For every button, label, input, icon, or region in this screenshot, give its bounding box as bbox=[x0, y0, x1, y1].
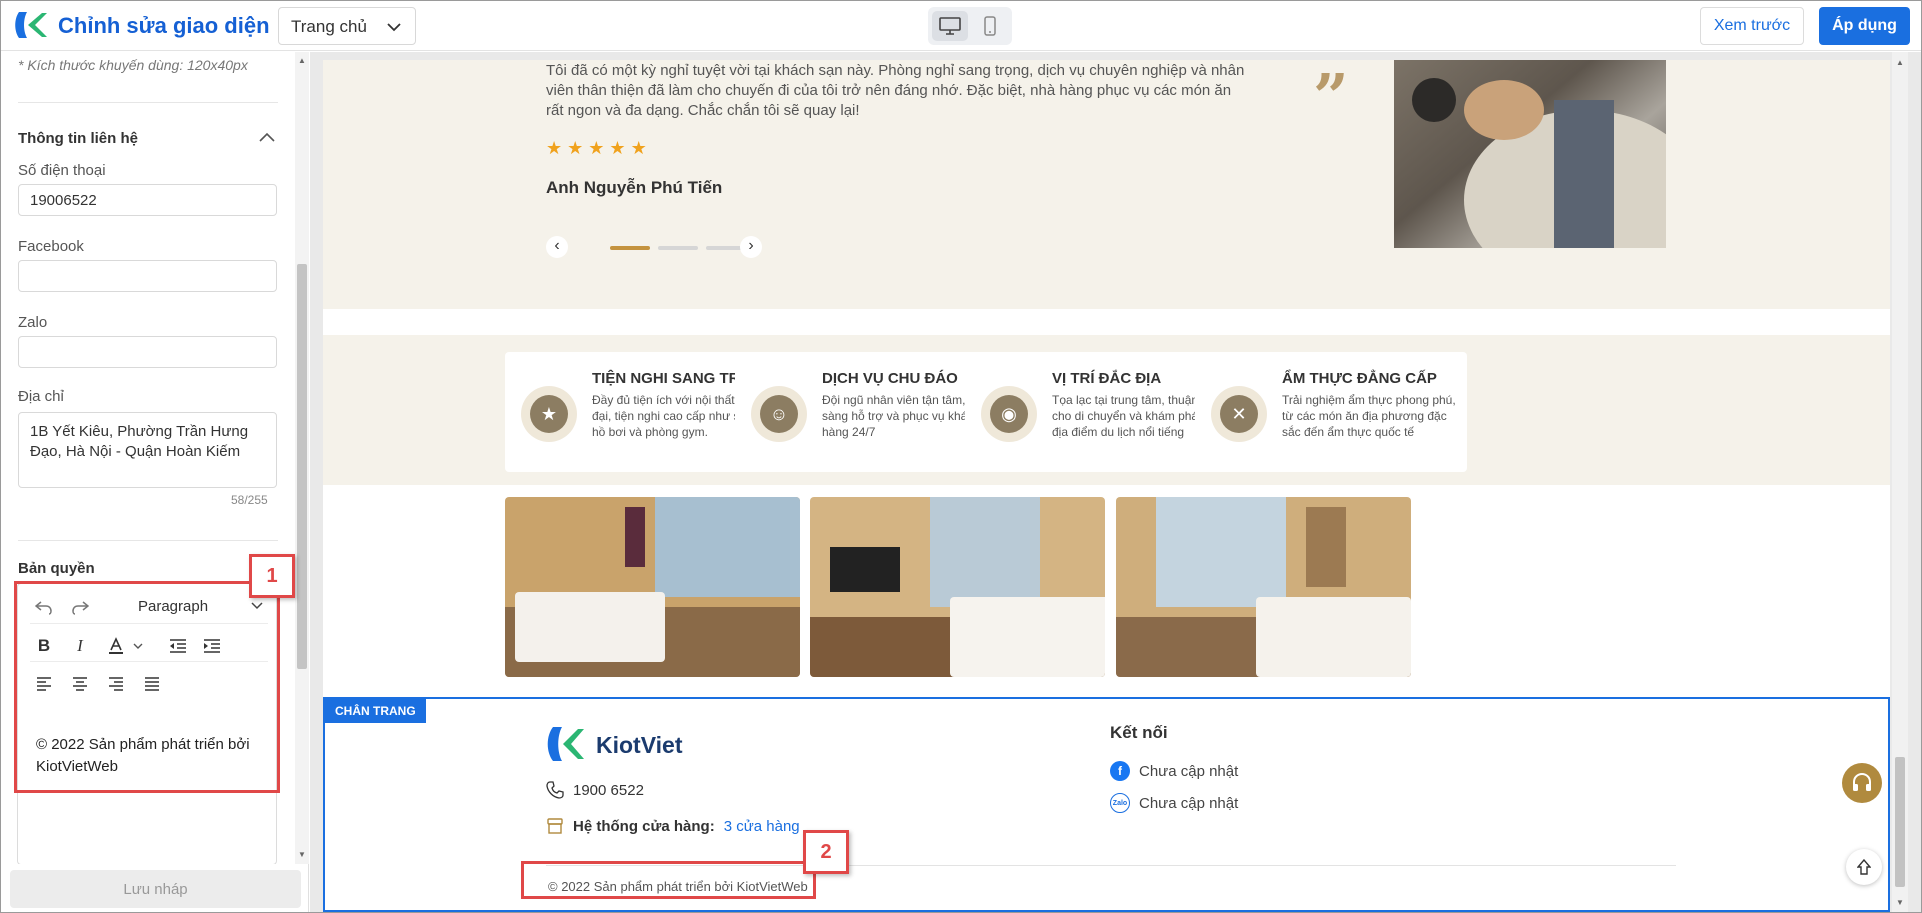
desktop-view-button[interactable] bbox=[932, 11, 968, 41]
zalo-input[interactable] bbox=[18, 336, 277, 368]
page-select[interactable]: Trang chủ bbox=[278, 7, 416, 45]
footer-phone: 1900 6522 bbox=[546, 781, 644, 799]
chevron-right-icon[interactable]: › bbox=[740, 236, 762, 258]
features-section: ★ TIỆN NGHI SANG TRỌNG Đầy đủ tiện ích với… bbox=[323, 335, 1890, 485]
feature-title: ẨM THỰC ĐẲNG CẤP bbox=[1282, 370, 1437, 387]
star-icon: ★ bbox=[588, 138, 605, 158]
annotation-box-1 bbox=[14, 581, 280, 793]
preview-page: Tôi đã có một kỳ nghỉ tuyệt vời tại khác… bbox=[323, 60, 1890, 912]
support-headset-button[interactable] bbox=[1842, 763, 1882, 803]
review-text: Tôi đã có một kỳ nghỉ tuyệt vời tại khác… bbox=[546, 62, 1245, 119]
stores-link[interactable]: 3 cửa hàng bbox=[724, 818, 800, 835]
testimonial-section: Tôi đã có một kỳ nghỉ tuyệt vời tại khác… bbox=[323, 60, 1890, 309]
chevron-down-icon bbox=[387, 23, 401, 32]
feature-title: VỊ TRÍ ĐẮC ĐỊA bbox=[1052, 370, 1162, 387]
quote-icon: ” bbox=[1313, 60, 1349, 133]
star-icon: ★ bbox=[546, 138, 563, 158]
zalo-label: Zalo bbox=[18, 314, 48, 331]
top-bar: Chỉnh sửa giao diện Trang chủ Xem trước … bbox=[1, 1, 1921, 51]
preview-scrollbar[interactable]: ▲ ▼ bbox=[1892, 52, 1908, 912]
scroll-down-arrow-icon[interactable]: ▼ bbox=[1896, 898, 1904, 907]
stores-label: Hệ thống cửa hàng: bbox=[573, 817, 715, 835]
sidebar-scrollbar-thumb[interactable] bbox=[297, 264, 307, 669]
footer-section-tag: CHÂN TRANG bbox=[325, 699, 426, 723]
chevron-left-icon[interactable]: ‹ bbox=[546, 236, 568, 258]
footer-brand-name: KiotViet bbox=[596, 732, 683, 758]
contact-section-title[interactable]: Thông tin liên hệ bbox=[18, 130, 138, 147]
connect-title: Kết nối bbox=[1110, 723, 1168, 742]
app-title: Chỉnh sửa giao diện bbox=[58, 13, 270, 38]
zalo-icon: Zalo bbox=[1110, 793, 1130, 813]
star-icon: ★ bbox=[521, 386, 577, 442]
app-logo-icon bbox=[15, 12, 47, 38]
facebook-input[interactable] bbox=[18, 260, 277, 292]
testimonial-slider-nav: ‹ › bbox=[546, 236, 796, 258]
room-image-3 bbox=[1116, 497, 1411, 677]
kiotviet-logo-icon bbox=[547, 727, 584, 761]
page-preview: Tôi đã có một kỳ nghỉ tuyệt vời tại khác… bbox=[310, 52, 1921, 912]
mobile-view-button[interactable] bbox=[972, 11, 1008, 41]
zalo-status: Chưa cập nhật bbox=[1139, 794, 1239, 812]
desktop-icon bbox=[939, 17, 961, 35]
feature-title: DỊCH VỤ CHU ĐÁO bbox=[822, 370, 958, 387]
rating-stars: ★ ★ ★ ★ ★ bbox=[546, 138, 647, 159]
facebook-icon: f bbox=[1110, 761, 1130, 781]
scroll-up-arrow-icon[interactable]: ▲ bbox=[1896, 58, 1904, 67]
app-window: Chỉnh sửa giao diện Trang chủ Xem trước … bbox=[0, 0, 1922, 913]
scroll-down-arrow-icon[interactable]: ▼ bbox=[298, 850, 306, 859]
logo-size-note: * Kích thước khuyến dùng: 120x40px bbox=[18, 57, 248, 73]
arrow-up-icon bbox=[1857, 859, 1871, 875]
divider bbox=[18, 102, 278, 103]
feature-desc: Trải nghiệm ẩm thực phong phú, từ các mó… bbox=[1282, 393, 1456, 439]
reviewer-photo bbox=[1394, 60, 1666, 248]
preview-button[interactable]: Xem trước bbox=[1700, 7, 1804, 45]
star-icon: ★ bbox=[609, 138, 626, 158]
store-icon bbox=[547, 818, 563, 834]
sidebar-scrollbar[interactable]: ▲ ▼ bbox=[295, 52, 309, 864]
star-icon: ★ bbox=[567, 138, 584, 158]
apply-button[interactable]: Áp dụng bbox=[1819, 7, 1910, 45]
phone-label: Số điện thoại bbox=[18, 162, 106, 179]
slider-dot[interactable] bbox=[610, 246, 650, 250]
phone-icon bbox=[546, 781, 564, 799]
divider bbox=[18, 540, 278, 541]
phone-input[interactable]: 19006522 bbox=[18, 184, 277, 216]
copyright-section-title: Bản quyền bbox=[18, 560, 95, 577]
device-switch bbox=[928, 7, 1012, 45]
headset-icon bbox=[1853, 772, 1871, 791]
mobile-icon bbox=[984, 16, 996, 36]
slider-dot[interactable] bbox=[658, 246, 698, 250]
star-icon: ★ bbox=[630, 138, 647, 158]
page-select-value: Trang chủ bbox=[291, 17, 367, 36]
facebook-label: Facebook bbox=[18, 238, 84, 255]
address-textarea[interactable]: 1B Yết Kiêu, Phường Trần Hưng Đạo, Hà Nộ… bbox=[18, 412, 277, 488]
annotation-label-2: 2 bbox=[803, 830, 849, 874]
feature-card: ✕ ẨM THỰC ĐẲNG CẤP Trải nghiệm ẩm thực pho… bbox=[1195, 352, 1467, 472]
address-label: Địa chỉ bbox=[18, 388, 64, 405]
footer-stores: Hệ thống cửa hàng: 3 cửa hàng bbox=[546, 817, 800, 835]
room-image-1 bbox=[505, 497, 800, 677]
chevron-up-icon[interactable] bbox=[259, 132, 275, 142]
address-char-counter: 58/255 bbox=[231, 493, 268, 507]
reviewer-name: Anh Nguyễn Phú Tiến bbox=[546, 178, 723, 197]
annotation-box-2 bbox=[521, 861, 816, 899]
zalo-link[interactable]: Zalo Chưa cập nhật bbox=[1110, 793, 1238, 813]
facebook-status: Chưa cập nhật bbox=[1139, 762, 1239, 780]
location-pin-icon: ◉ bbox=[981, 386, 1037, 442]
room-image-2 bbox=[810, 497, 1105, 677]
annotation-label-1: 1 bbox=[249, 554, 295, 598]
footer-phone-text: 1900 6522 bbox=[573, 781, 644, 799]
save-draft-button[interactable]: Lưu nháp bbox=[10, 870, 301, 908]
scroll-up-arrow-icon[interactable]: ▲ bbox=[298, 56, 306, 65]
staff-icon: ☺ bbox=[751, 386, 807, 442]
preview-scrollbar-thumb[interactable] bbox=[1895, 757, 1905, 887]
cutlery-icon: ✕ bbox=[1211, 386, 1267, 442]
facebook-link[interactable]: f Chưa cập nhật bbox=[1110, 761, 1238, 781]
scroll-to-top-button[interactable] bbox=[1846, 849, 1882, 885]
